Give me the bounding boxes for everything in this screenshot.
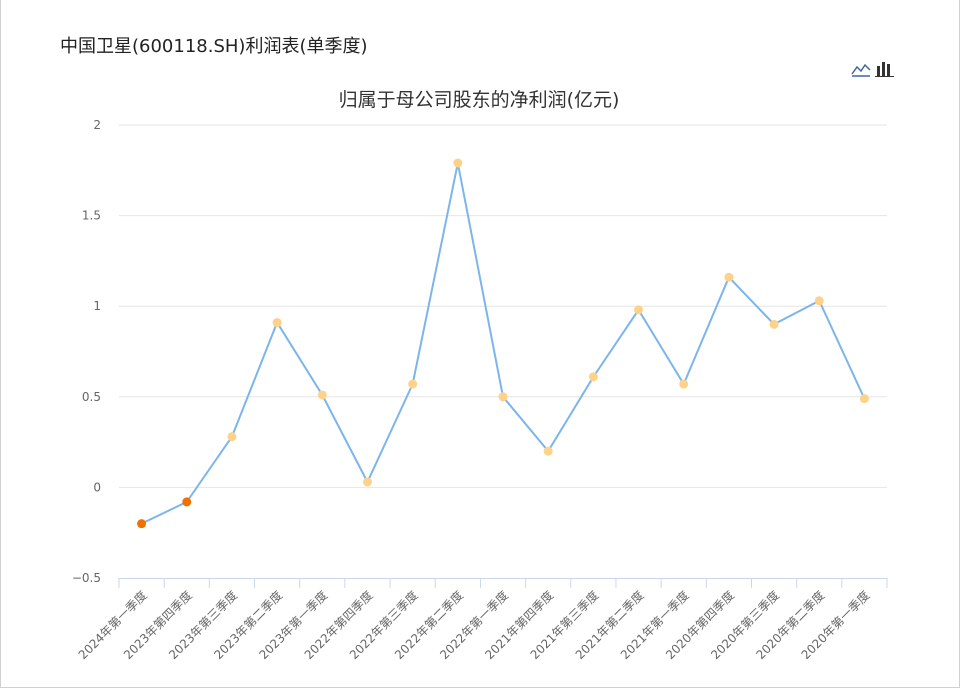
data-point [588, 372, 598, 382]
y-axis-ticks: 2 1.5 1 0.5 0 −0.5 [72, 118, 101, 585]
y-tick-label: 2 [93, 118, 101, 132]
data-point [769, 319, 779, 329]
data-point [272, 318, 282, 328]
data-point [362, 477, 372, 487]
y-tick-label: 0 [93, 480, 101, 494]
line-chart: 归属于母公司股东的净利润(亿元) 2 1.5 1 0.5 0 −0.5 2024年第一季度… [72, 89, 888, 663]
data-point [227, 432, 237, 442]
series-line-path [141, 162, 866, 525]
x-axis-labels: 2024年第一季度2023年第四季度2023年第三季度2023年第二季度2023… [75, 588, 872, 663]
y-tick-label: −0.5 [72, 571, 101, 585]
data-point [498, 392, 508, 402]
data-point [182, 497, 192, 507]
y-tick-label: 1.5 [82, 209, 101, 223]
series-line [141, 162, 866, 525]
x-axis [118, 578, 888, 588]
data-point [408, 379, 418, 389]
data-point [453, 158, 463, 168]
data-points [137, 158, 869, 529]
data-point [317, 390, 327, 400]
data-point [543, 446, 553, 456]
y-tick-label: 0.5 [82, 390, 101, 404]
data-point [679, 379, 689, 389]
data-point [724, 272, 734, 282]
chart-title: 归属于母公司股东的净利润(亿元) [339, 89, 620, 111]
data-point [634, 305, 644, 315]
y-tick-label: 1 [93, 299, 101, 313]
data-point [137, 519, 147, 529]
data-point [859, 394, 869, 404]
data-point [814, 296, 824, 306]
